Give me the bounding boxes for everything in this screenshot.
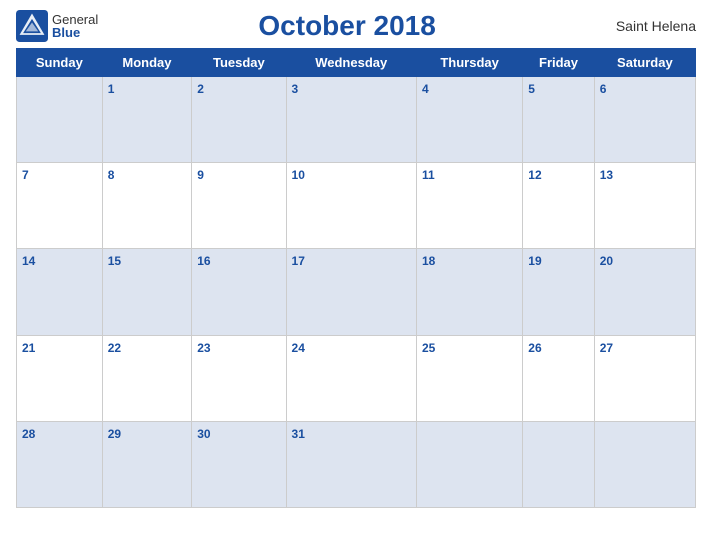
calendar-cell-1-1: 8 <box>102 163 192 249</box>
day-number-6: 6 <box>600 82 607 96</box>
header-wednesday: Wednesday <box>286 49 416 77</box>
header-thursday: Thursday <box>416 49 522 77</box>
location-text: Saint Helena <box>596 18 696 34</box>
day-number-14: 14 <box>22 254 35 268</box>
calendar-container: General Blue October 2018 Saint Helena S… <box>0 0 712 550</box>
calendar-cell-1-4: 11 <box>416 163 522 249</box>
header-sunday: Sunday <box>17 49 103 77</box>
header-friday: Friday <box>523 49 594 77</box>
header-saturday: Saturday <box>594 49 695 77</box>
calendar-cell-4-3: 31 <box>286 421 416 507</box>
calendar-cell-1-0: 7 <box>17 163 103 249</box>
day-number-2: 2 <box>197 82 204 96</box>
logo-text: General Blue <box>52 13 98 39</box>
day-number-8: 8 <box>108 168 115 182</box>
day-number-10: 10 <box>292 168 305 182</box>
calendar-cell-4-1: 29 <box>102 421 192 507</box>
calendar-cell-1-5: 12 <box>523 163 594 249</box>
day-number-9: 9 <box>197 168 204 182</box>
day-number-21: 21 <box>22 341 35 355</box>
calendar-cell-2-6: 20 <box>594 249 695 335</box>
calendar-cell-3-2: 23 <box>192 335 286 421</box>
day-number-1: 1 <box>108 82 115 96</box>
week-row-1: 1 2 3 4 5 6 <box>17 77 696 163</box>
calendar-cell-4-0: 28 <box>17 421 103 507</box>
calendar-body: 1234567891011121314151617181920212223242… <box>17 77 696 508</box>
generalblue-logo-icon <box>16 10 48 42</box>
day-number-30: 30 <box>197 427 210 441</box>
day-number-25: 25 <box>422 341 435 355</box>
day-number-18: 18 <box>422 254 435 268</box>
day-number-12: 12 <box>528 168 541 182</box>
day-number-23: 23 <box>197 341 210 355</box>
calendar-cell-3-5: 26 <box>523 335 594 421</box>
day-number-5: 5 <box>528 82 535 96</box>
calendar-cell-0-1: 1 <box>102 77 192 163</box>
day-number-15: 15 <box>108 254 121 268</box>
calendar-cell-4-4 <box>416 421 522 507</box>
day-number-17: 17 <box>292 254 305 268</box>
calendar-cell-3-3: 24 <box>286 335 416 421</box>
week-row-3: 14 15 16 17 18 19 20 <box>17 249 696 335</box>
day-number-11: 11 <box>422 168 435 182</box>
calendar-cell-0-0 <box>17 77 103 163</box>
calendar-cell-2-1: 15 <box>102 249 192 335</box>
calendar-cell-0-3: 3 <box>286 77 416 163</box>
day-number-31: 31 <box>292 427 305 441</box>
calendar-cell-4-5 <box>523 421 594 507</box>
calendar-cell-2-4: 18 <box>416 249 522 335</box>
calendar-cell-0-6: 6 <box>594 77 695 163</box>
header-monday: Monday <box>102 49 192 77</box>
calendar-cell-4-6 <box>594 421 695 507</box>
calendar-cell-2-2: 16 <box>192 249 286 335</box>
day-number-3: 3 <box>292 82 299 96</box>
week-row-2: 7 8 9 10 11 12 13 <box>17 163 696 249</box>
calendar-cell-3-4: 25 <box>416 335 522 421</box>
day-number-22: 22 <box>108 341 121 355</box>
calendar-cell-0-4: 4 <box>416 77 522 163</box>
header-tuesday: Tuesday <box>192 49 286 77</box>
day-number-27: 27 <box>600 341 613 355</box>
day-number-26: 26 <box>528 341 541 355</box>
day-number-29: 29 <box>108 427 121 441</box>
calendar-cell-2-3: 17 <box>286 249 416 335</box>
logo-blue-text: Blue <box>52 26 98 39</box>
calendar-cell-2-0: 14 <box>17 249 103 335</box>
calendar-cell-3-1: 22 <box>102 335 192 421</box>
day-number-19: 19 <box>528 254 541 268</box>
calendar-cell-4-2: 30 <box>192 421 286 507</box>
calendar-table: Sunday Monday Tuesday Wednesday Thursday… <box>16 48 696 508</box>
day-number-24: 24 <box>292 341 305 355</box>
day-number-20: 20 <box>600 254 613 268</box>
calendar-cell-0-2: 2 <box>192 77 286 163</box>
calendar-cell-2-5: 19 <box>523 249 594 335</box>
calendar-cell-3-0: 21 <box>17 335 103 421</box>
calendar-cell-1-3: 10 <box>286 163 416 249</box>
day-number-4: 4 <box>422 82 429 96</box>
weekday-header-row: Sunday Monday Tuesday Wednesday Thursday… <box>17 49 696 77</box>
calendar-title: October 2018 <box>98 10 596 42</box>
calendar-cell-0-5: 5 <box>523 77 594 163</box>
logo-area: General Blue <box>16 10 98 42</box>
week-row-5: 28 29 30 31 <box>17 421 696 507</box>
calendar-cell-1-6: 13 <box>594 163 695 249</box>
calendar-cell-3-6: 27 <box>594 335 695 421</box>
day-number-16: 16 <box>197 254 210 268</box>
day-number-28: 28 <box>22 427 35 441</box>
week-row-4: 21 22 23 24 25 26 27 <box>17 335 696 421</box>
day-number-13: 13 <box>600 168 613 182</box>
calendar-cell-1-2: 9 <box>192 163 286 249</box>
day-number-7: 7 <box>22 168 29 182</box>
calendar-header: General Blue October 2018 Saint Helena <box>16 10 696 42</box>
